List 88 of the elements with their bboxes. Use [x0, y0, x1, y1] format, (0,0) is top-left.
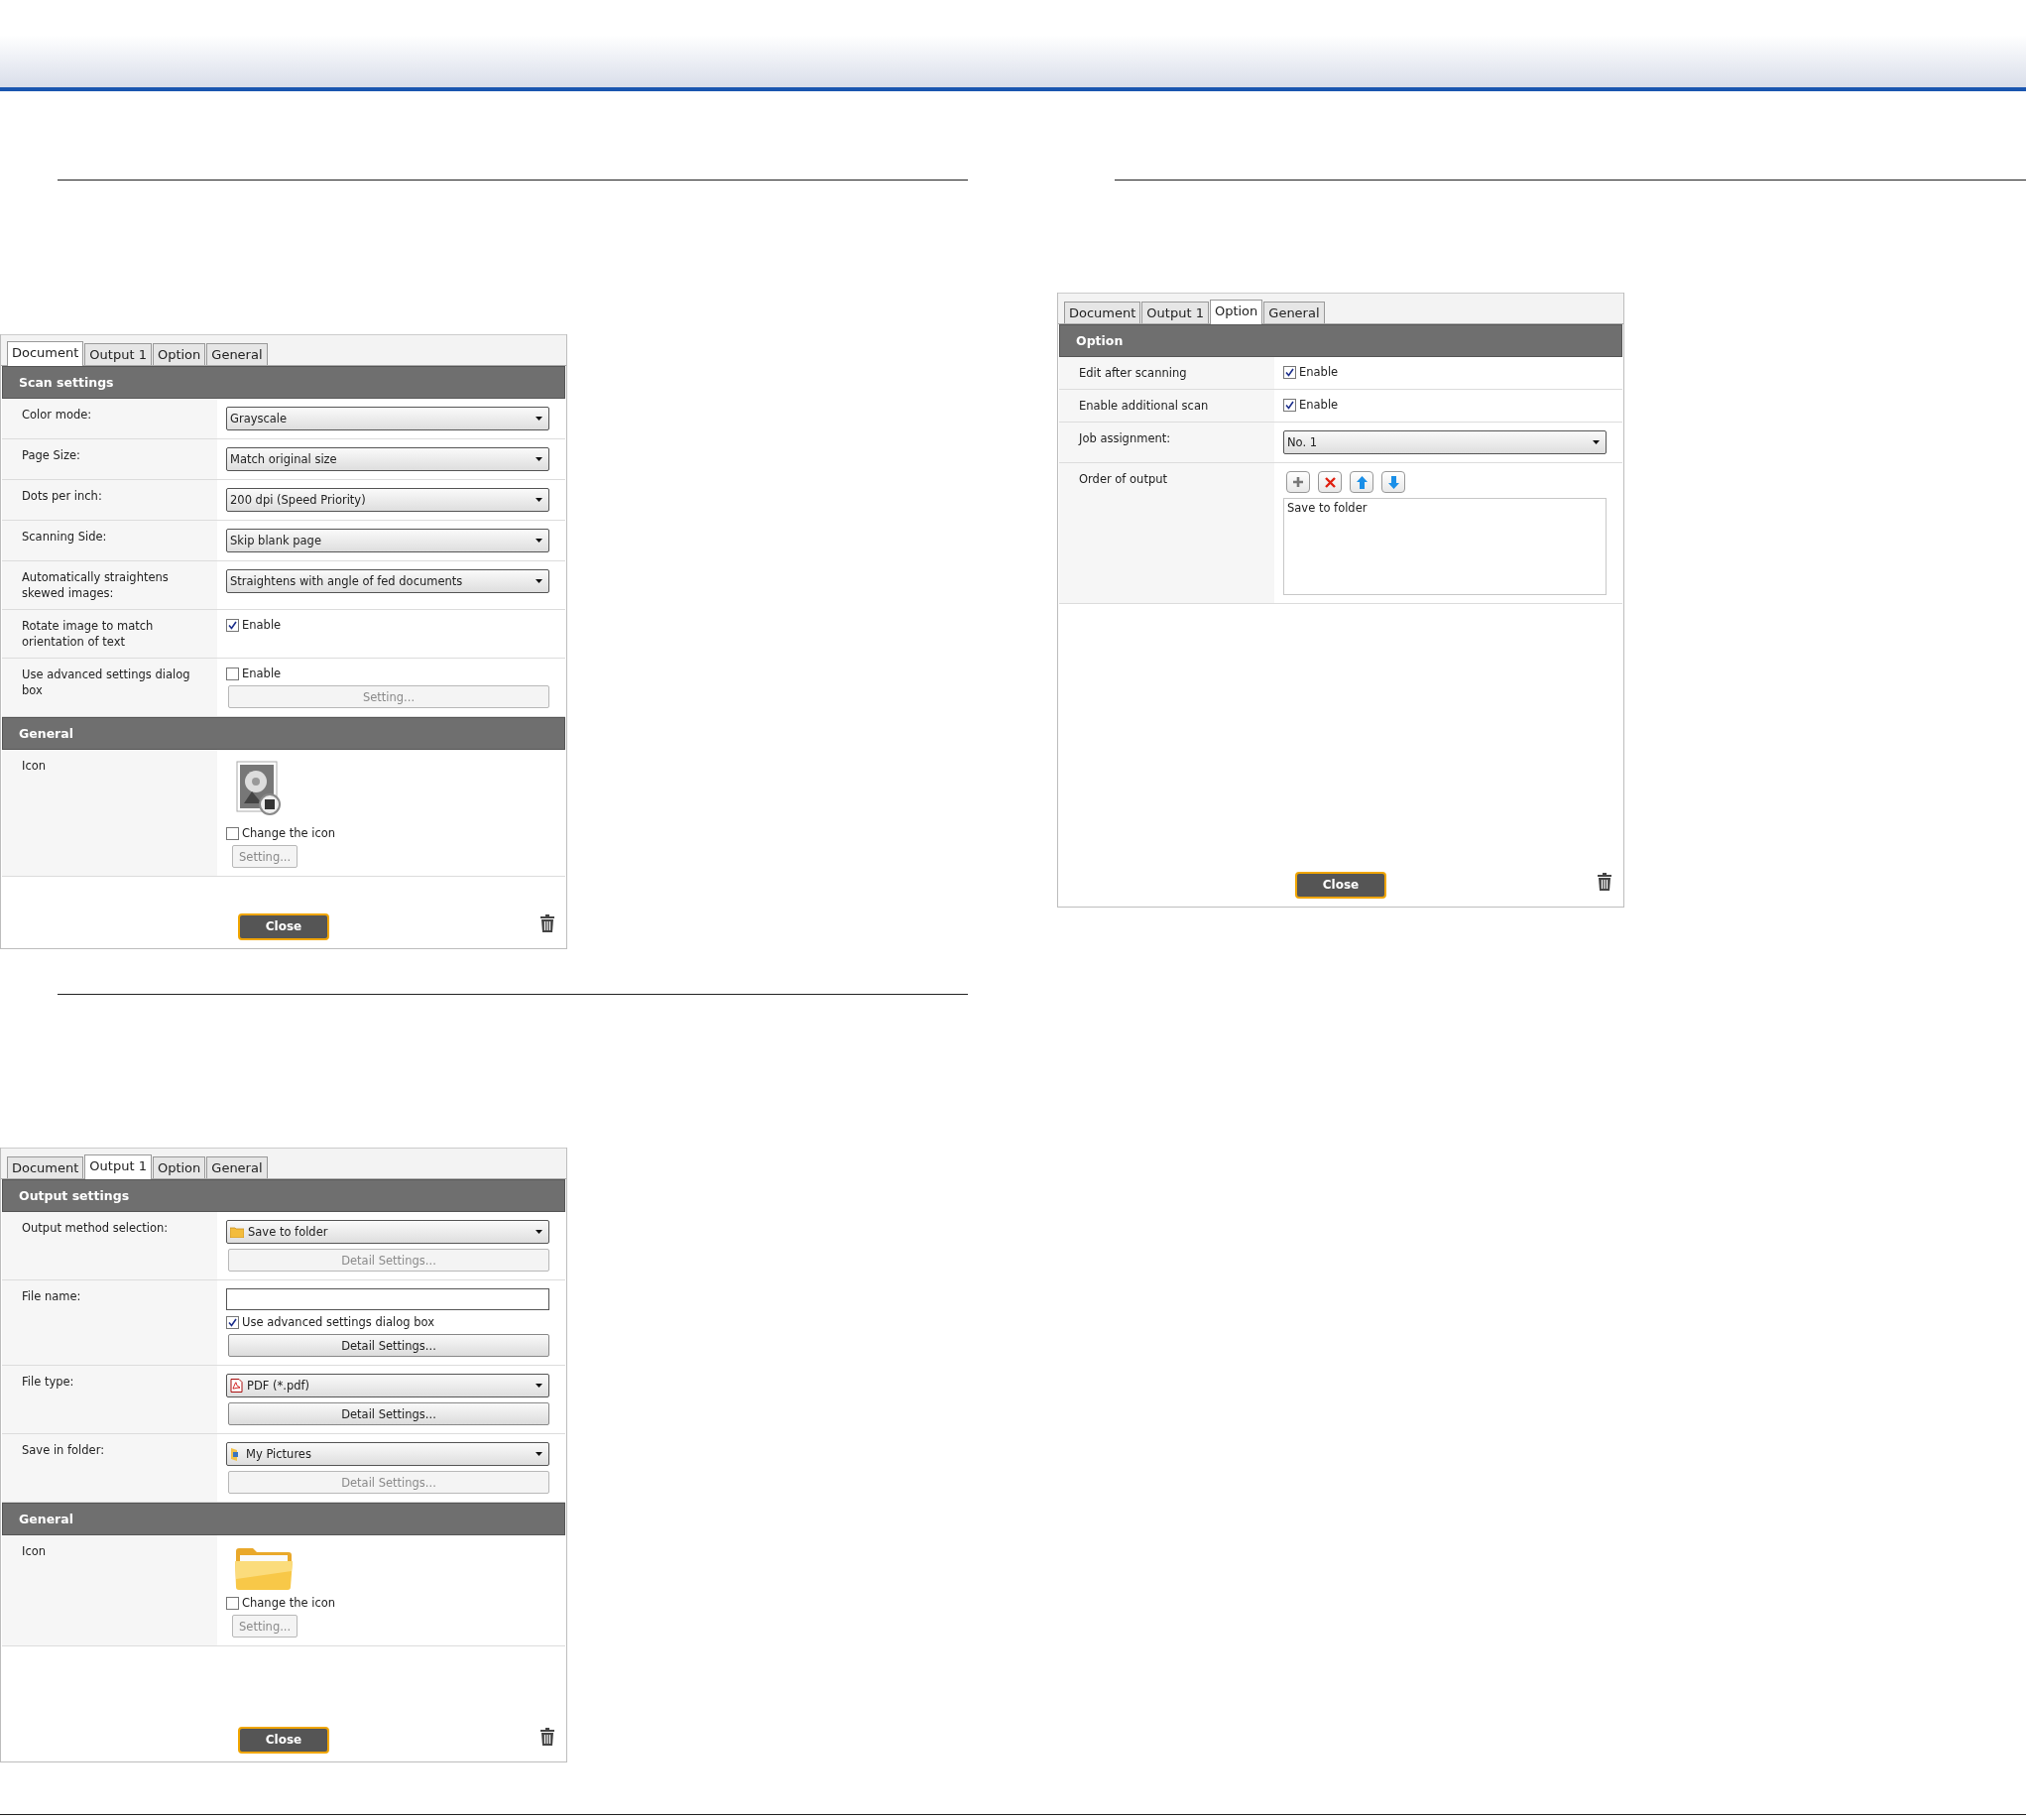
move-down-button[interactable] — [1381, 471, 1405, 493]
caret-icon — [536, 579, 542, 583]
dropdown[interactable]: No. 1 — [1283, 430, 1607, 454]
setting-label: Page Size: — [2, 439, 217, 479]
list-box[interactable]: Save to folder — [1283, 498, 1607, 595]
tab[interactable]: Output 1 — [84, 1154, 152, 1179]
section-header: Output settings — [2, 1179, 565, 1212]
setting-label: Dots per inch: — [2, 480, 217, 520]
setting-label: Output method selection: — [2, 1212, 217, 1279]
setting-button[interactable]: Detail Settings... — [228, 1334, 549, 1357]
checkbox[interactable] — [226, 1596, 239, 1610]
setting-label: Color mode: — [2, 399, 217, 438]
caret-icon — [1593, 440, 1600, 444]
caret-icon — [536, 539, 542, 543]
dropdown[interactable]: Match original size — [226, 447, 549, 471]
tab[interactable]: Option — [1209, 300, 1263, 324]
section-header: General — [2, 1503, 565, 1535]
arrow-up-icon — [1356, 475, 1368, 489]
caret-icon — [536, 498, 542, 502]
tab[interactable]: General — [1263, 302, 1325, 323]
setting-button[interactable]: Detail Settings... — [228, 1402, 549, 1425]
arrow-down-icon — [1387, 475, 1399, 489]
caret-icon — [536, 1384, 542, 1388]
checkbox[interactable] — [226, 618, 239, 632]
dropdown[interactable]: Save to folder — [226, 1220, 549, 1244]
checkbox[interactable] — [1283, 365, 1296, 379]
setting-label: Job assignment: — [1059, 423, 1274, 462]
tab[interactable]: General — [206, 1156, 268, 1178]
close-button[interactable]: Close — [238, 912, 329, 940]
section-header: General — [2, 717, 565, 750]
dropdown[interactable]: Straightens with angle of fed documents — [226, 569, 549, 593]
trash-icon[interactable] — [540, 914, 554, 932]
setting-label: Automatically straightens skewed images: — [2, 561, 217, 609]
setting-label: Save in folder: — [2, 1434, 217, 1502]
setting-label: Enable additional scan — [1059, 390, 1274, 422]
remove-button[interactable] — [1318, 471, 1342, 493]
tab[interactable]: Document — [7, 341, 84, 366]
setting-label: Order of output — [1059, 463, 1274, 603]
checkbox[interactable] — [226, 667, 239, 680]
tab[interactable]: Option — [152, 1156, 206, 1178]
tab[interactable]: Output 1 — [84, 343, 152, 365]
folder-icon — [230, 1226, 244, 1238]
dropdown[interactable]: 200 dpi (Speed Priority) — [226, 488, 549, 512]
checkbox[interactable] — [226, 1315, 239, 1329]
dropdown[interactable]: Grayscale — [226, 407, 549, 430]
close-icon — [1324, 476, 1336, 488]
document-icon — [230, 1379, 243, 1393]
caret-icon — [536, 457, 542, 461]
checkbox-label[interactable]: Enable — [1299, 398, 1339, 412]
checkbox-label[interactable]: Use advanced settings dialog box — [242, 1315, 434, 1329]
checkbox-label[interactable]: Enable — [242, 667, 282, 680]
setting-label: Edit after scanning — [1059, 357, 1274, 389]
dropdown[interactable]: My Pictures — [226, 1442, 549, 1466]
close-button[interactable]: Close — [1295, 871, 1386, 899]
caret-icon — [536, 417, 542, 421]
setting-label: Icon — [2, 750, 217, 876]
setting-label: Rotate image to match orientation of text — [2, 610, 217, 658]
plus-icon — [1292, 476, 1304, 488]
setting-label: File name: — [2, 1280, 217, 1365]
add-button[interactable] — [1286, 471, 1310, 493]
trash-icon[interactable] — [1598, 873, 1611, 891]
setting-label: Use advanced settings dialog box — [2, 659, 217, 716]
folder-icon — [234, 1545, 294, 1591]
caret-icon — [536, 1230, 542, 1234]
setting-label: File type: — [2, 1366, 217, 1433]
trash-icon[interactable] — [540, 1728, 554, 1746]
list-item[interactable]: Save to folder — [1287, 501, 1603, 515]
tab[interactable]: Output 1 — [1141, 302, 1209, 323]
checkbox-label[interactable]: Change the icon — [242, 1596, 336, 1610]
setting-label: Icon — [2, 1535, 217, 1645]
checkbox-label[interactable]: Enable — [1299, 365, 1339, 379]
dropdown[interactable]: PDF (*.pdf) — [226, 1374, 549, 1397]
move-up-button[interactable] — [1350, 471, 1373, 493]
dropdown[interactable]: Skip blank page — [226, 529, 549, 552]
input-field[interactable] — [226, 1288, 549, 1310]
tab[interactable]: Option — [152, 343, 206, 365]
checkbox[interactable] — [1283, 398, 1296, 412]
section-header: Scan settings — [2, 366, 565, 399]
tab[interactable]: Document — [7, 1156, 84, 1178]
section-header: Option — [1059, 324, 1622, 357]
checkbox[interactable] — [226, 826, 239, 840]
tab[interactable]: General — [206, 343, 268, 365]
setting-label: Scanning Side: — [2, 521, 217, 560]
close-button[interactable]: Close — [238, 1726, 329, 1754]
tab[interactable]: Document — [1064, 302, 1141, 323]
checkbox-label[interactable]: Enable — [242, 618, 282, 632]
checkbox-label[interactable]: Change the icon — [242, 826, 336, 840]
caret-icon — [536, 1452, 542, 1456]
